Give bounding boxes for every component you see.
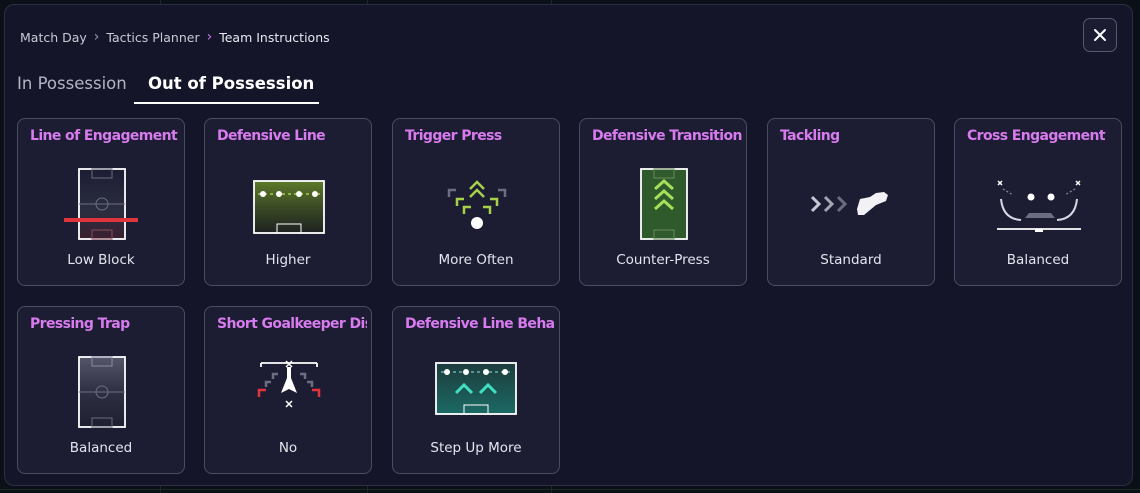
card-value: Balanced	[69, 440, 133, 456]
card-cross-engagement[interactable]: Cross Engagement Balanced	[954, 118, 1122, 286]
card-defensive-line-behaviour[interactable]: Defensive Line Behavio Step Up More	[392, 306, 560, 474]
close-icon	[1094, 29, 1106, 41]
card-title: Defensive Line Behavio	[405, 316, 555, 332]
card-value: Higher	[265, 252, 311, 268]
card-title: Short Goalkeeper Distr	[217, 316, 367, 332]
press-arrows-icon	[447, 180, 507, 229]
card-value: Balanced	[1006, 252, 1070, 268]
card-line-of-engagement[interactable]: Line of Engagement Low Block	[17, 118, 185, 286]
card-title: Defensive Line	[217, 128, 326, 144]
card-value: Low Block	[67, 252, 135, 268]
card-value: No	[278, 440, 298, 456]
card-value: Counter-Press	[616, 252, 710, 268]
cross-engagement-icon	[997, 180, 1081, 232]
counter-press-pitch-icon	[640, 168, 688, 240]
card-defensive-line[interactable]: Defensive Line Higher	[204, 118, 372, 286]
chevron-right-icon: ›	[93, 29, 100, 45]
breadcrumb: Match Day › Tactics Planner › Team Instr…	[20, 27, 330, 47]
breadcrumb-team-instructions: Team Instructions	[219, 29, 330, 45]
card-tackling[interactable]: Tackling Standard	[767, 118, 935, 286]
close-button[interactable]	[1083, 18, 1117, 52]
card-title: Defensive Transition	[592, 128, 742, 144]
tab-bar: In Possession Out of Possession	[5, 63, 335, 105]
higher-line-pitch-icon	[253, 180, 325, 234]
team-instructions-modal: Match Day › Tactics Planner › Team Instr…	[4, 4, 1133, 486]
goalkeeper-distribution-icon	[257, 360, 321, 408]
active-tab-indicator	[134, 102, 319, 104]
card-value: Standard	[820, 252, 882, 268]
step-up-pitch-icon	[435, 362, 517, 415]
breadcrumb-tactics-planner[interactable]: Tactics Planner	[106, 30, 199, 45]
pressing-trap-pitch-icon	[78, 356, 126, 428]
breadcrumb-match-day[interactable]: Match Day	[20, 30, 87, 45]
card-title: Line of Engagement	[30, 128, 178, 144]
card-title: Pressing Trap	[30, 316, 130, 332]
chevron-right-icon: ›	[206, 29, 213, 45]
tab-in-possession[interactable]: In Possession	[17, 63, 127, 103]
low-block-pitch-icon	[64, 168, 138, 240]
card-short-goalkeeper-distribution[interactable]: Short Goalkeeper Distr No	[204, 306, 372, 474]
card-title: Tackling	[780, 128, 840, 144]
boot-tackle-icon	[810, 192, 888, 215]
card-value: More Often	[438, 252, 514, 268]
card-value: Step Up More	[430, 440, 522, 456]
card-title: Cross Engagement	[967, 128, 1106, 144]
tab-out-of-possession[interactable]: Out of Possession	[148, 63, 314, 103]
card-trigger-press[interactable]: Trigger Press More Often	[392, 118, 560, 286]
card-title: Trigger Press	[405, 128, 502, 144]
card-pressing-trap[interactable]: Pressing Trap Balanced	[17, 306, 185, 474]
card-defensive-transition[interactable]: Defensive Transition Counter-Press	[579, 118, 747, 286]
